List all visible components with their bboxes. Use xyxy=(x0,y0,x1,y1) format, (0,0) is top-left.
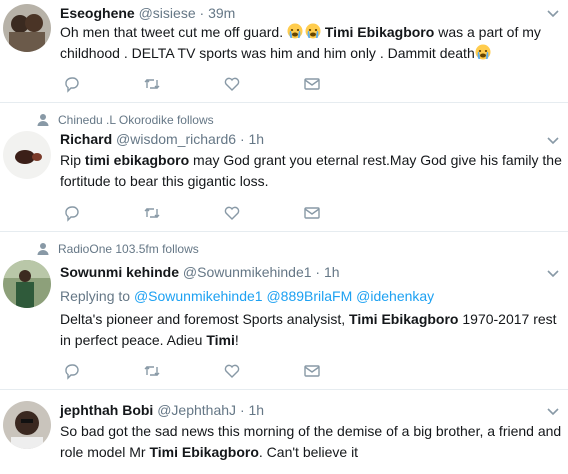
tweet-text: Rip timi ebikagboro may God grant you et… xyxy=(60,152,562,189)
like-icon[interactable] xyxy=(223,204,241,222)
author-handle[interactable]: @wisdom_richard6 xyxy=(116,131,236,147)
tweet-header: Sowunmi kehinde @Sowunmikehinde1 · 1h xyxy=(60,263,340,281)
mention-name: timi ebikagboro xyxy=(84,152,190,168)
reply-icon[interactable] xyxy=(63,75,81,93)
author-name[interactable]: jephthah Bobi xyxy=(60,402,153,418)
tweet-actions xyxy=(60,362,390,380)
person-icon xyxy=(37,114,49,126)
reply-icon[interactable] xyxy=(63,362,81,380)
avatar[interactable] xyxy=(3,401,51,449)
chevron-down-icon[interactable] xyxy=(546,133,560,147)
tweet-header: jephthah Bobi @JephthahJ · 1h xyxy=(60,401,264,419)
mention-link[interactable]: @idehenkay xyxy=(356,288,434,304)
mention-name: Timi Ebikagboro xyxy=(349,311,459,327)
follows-text: RadioOne 103.5fm follows xyxy=(58,242,199,256)
tweet-text: Oh men that tweet cut me off guard. Timi… xyxy=(60,23,541,61)
separator-dot: · xyxy=(239,131,245,147)
tweet-header: Richard @wisdom_richard6 · 1h xyxy=(60,130,264,148)
replying-label: Replying to xyxy=(60,288,134,304)
avatar[interactable] xyxy=(3,131,51,179)
timestamp[interactable]: 1h xyxy=(324,264,340,280)
author-handle[interactable]: @JephthahJ xyxy=(157,402,236,418)
mention-link[interactable]: @889BrilaFM xyxy=(266,288,352,304)
tweet-2[interactable]: Chinedu .L Okorodike follows Richard @wi… xyxy=(0,103,568,232)
tweet-1[interactable]: Eseoghene @sisiese · 39m Oh men that twe… xyxy=(0,0,568,103)
person-icon xyxy=(37,243,49,255)
chevron-down-icon[interactable] xyxy=(546,404,560,418)
tweet-text: So bad got the sad news this morning of … xyxy=(60,423,562,460)
like-icon[interactable] xyxy=(223,362,241,380)
author-name[interactable]: Richard xyxy=(60,131,112,147)
tweet-text: Delta's pioneer and foremost Sports anal… xyxy=(60,311,557,348)
retweet-icon[interactable] xyxy=(143,362,161,380)
tweet-4[interactable]: jephthah Bobi @JephthahJ · 1h So bad got… xyxy=(0,390,568,474)
mention-name: Timi Ebikagboro xyxy=(324,24,435,40)
replying-to: Replying to @Sowunmikehinde1 @889BrilaFM… xyxy=(60,287,434,305)
mention-name: Timi xyxy=(206,332,235,348)
crying-face-icon xyxy=(287,23,303,39)
tweet-3[interactable]: RadioOne 103.5fm follows Sowunmi kehinde… xyxy=(0,232,568,390)
avatar[interactable] xyxy=(3,4,51,52)
timestamp[interactable]: 1h xyxy=(249,131,265,147)
crying-face-icon xyxy=(305,23,321,39)
reply-icon[interactable] xyxy=(63,204,81,222)
separator-dot: · xyxy=(199,5,205,21)
separator-dot: · xyxy=(239,402,245,418)
tweet-actions xyxy=(60,204,390,222)
author-name[interactable]: Eseoghene xyxy=(60,5,135,21)
timestamp[interactable]: 39m xyxy=(208,5,235,21)
author-handle[interactable]: @Sowunmikehinde1 xyxy=(183,264,312,280)
tweet-actions xyxy=(60,75,390,93)
mention-link[interactable]: @Sowunmikehinde1 xyxy=(134,288,263,304)
retweet-icon[interactable] xyxy=(143,75,161,93)
author-handle[interactable]: @sisiese xyxy=(139,5,196,21)
like-icon[interactable] xyxy=(223,75,241,93)
chevron-down-icon[interactable] xyxy=(546,266,560,280)
follows-text: Chinedu .L Okorodike follows xyxy=(58,113,214,127)
retweet-icon[interactable] xyxy=(143,204,161,222)
chevron-down-icon[interactable] xyxy=(546,6,560,20)
mention-name: Timi Ebikagboro xyxy=(149,444,259,460)
separator-dot: · xyxy=(315,264,321,280)
tweet-header: Eseoghene @sisiese · 39m xyxy=(60,4,235,22)
message-icon[interactable] xyxy=(303,75,321,93)
crying-face-icon xyxy=(475,44,491,60)
message-icon[interactable] xyxy=(303,204,321,222)
avatar[interactable] xyxy=(3,260,51,308)
follows-context: Chinedu .L Okorodike follows xyxy=(36,112,214,128)
timestamp[interactable]: 1h xyxy=(249,402,265,418)
follows-context: RadioOne 103.5fm follows xyxy=(36,241,199,257)
author-name[interactable]: Sowunmi kehinde xyxy=(60,264,179,280)
message-icon[interactable] xyxy=(303,362,321,380)
